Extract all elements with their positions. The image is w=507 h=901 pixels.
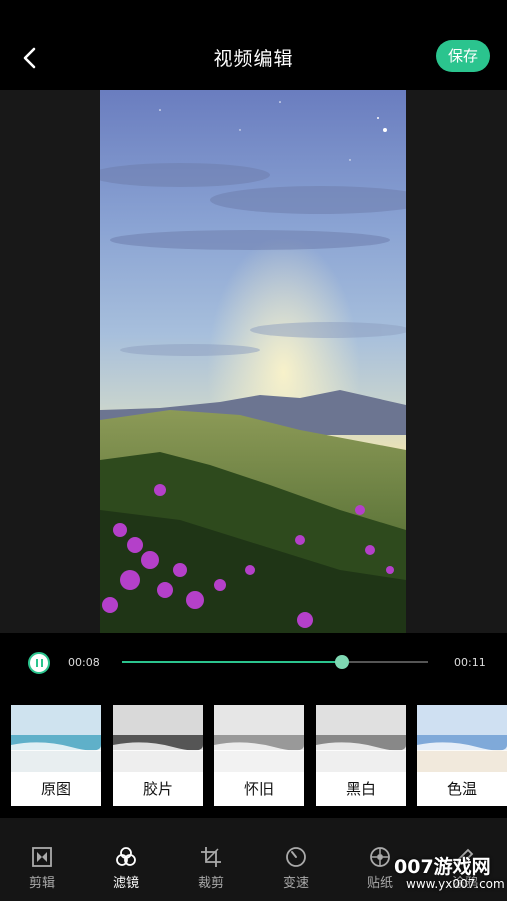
filter-strip: 原图 胶片 怀旧 黑白 色温 <box>0 693 507 818</box>
filter-thumbnail <box>11 705 101 772</box>
site-watermark: 007游戏网 www.yx007.com <box>394 852 505 891</box>
filter-label: 原图 <box>40 780 71 798</box>
tab-filter[interactable]: 滤镜 <box>96 846 156 891</box>
filter-label: 黑白 <box>345 780 376 798</box>
page-title: 视频编辑 <box>213 48 294 70</box>
progress-fill <box>122 661 343 663</box>
tab-label: 变速 <box>282 876 309 891</box>
filter-label: 怀旧 <box>243 780 274 798</box>
tab-clip[interactable]: 剪辑 <box>12 846 72 891</box>
tab-label: 裁剪 <box>197 876 224 891</box>
speed-icon <box>286 847 306 867</box>
total-time: 00:11 <box>454 656 486 669</box>
filter-thumbnail <box>113 705 203 772</box>
clip-icon <box>32 847 52 867</box>
tab-label: 剪辑 <box>28 876 55 891</box>
filter-label: 色温 <box>446 780 477 798</box>
tab-label: 贴纸 <box>366 876 393 891</box>
progress-thumb[interactable] <box>335 655 350 669</box>
video-preview[interactable] <box>100 90 406 633</box>
filter-original[interactable]: 原图 <box>11 705 101 806</box>
filter-warm[interactable]: 色温 <box>417 705 507 806</box>
pause-button[interactable] <box>28 652 50 674</box>
filter-bw[interactable]: 黑白 <box>316 705 406 806</box>
watermark-url: www.yx007.com <box>406 877 505 891</box>
tab-crop[interactable]: 裁剪 <box>181 846 241 891</box>
filter-thumbnail <box>214 705 304 772</box>
filter-label: 胶片 <box>142 780 173 798</box>
watermark-brand: 007游戏网 <box>394 856 491 878</box>
sticker-icon <box>370 847 390 867</box>
top-bar: 视频编辑 保存 <box>0 0 507 90</box>
filter-thumbnail <box>417 705 507 772</box>
playback-bar: 00:08 00:11 <box>0 633 507 693</box>
preview-stage <box>0 90 507 633</box>
crop-icon <box>201 847 221 867</box>
current-time: 00:08 <box>68 656 100 669</box>
filter-film[interactable]: 胶片 <box>113 705 203 806</box>
tab-speed[interactable]: 变速 <box>266 846 326 891</box>
tab-label: 滤镜 <box>112 876 139 891</box>
filter-icon <box>116 847 136 866</box>
filter-thumbnail <box>316 705 406 772</box>
save-button[interactable]: 保存 <box>436 40 490 72</box>
filter-nostalgic[interactable]: 怀旧 <box>214 705 304 806</box>
progress-slider[interactable] <box>122 655 428 669</box>
